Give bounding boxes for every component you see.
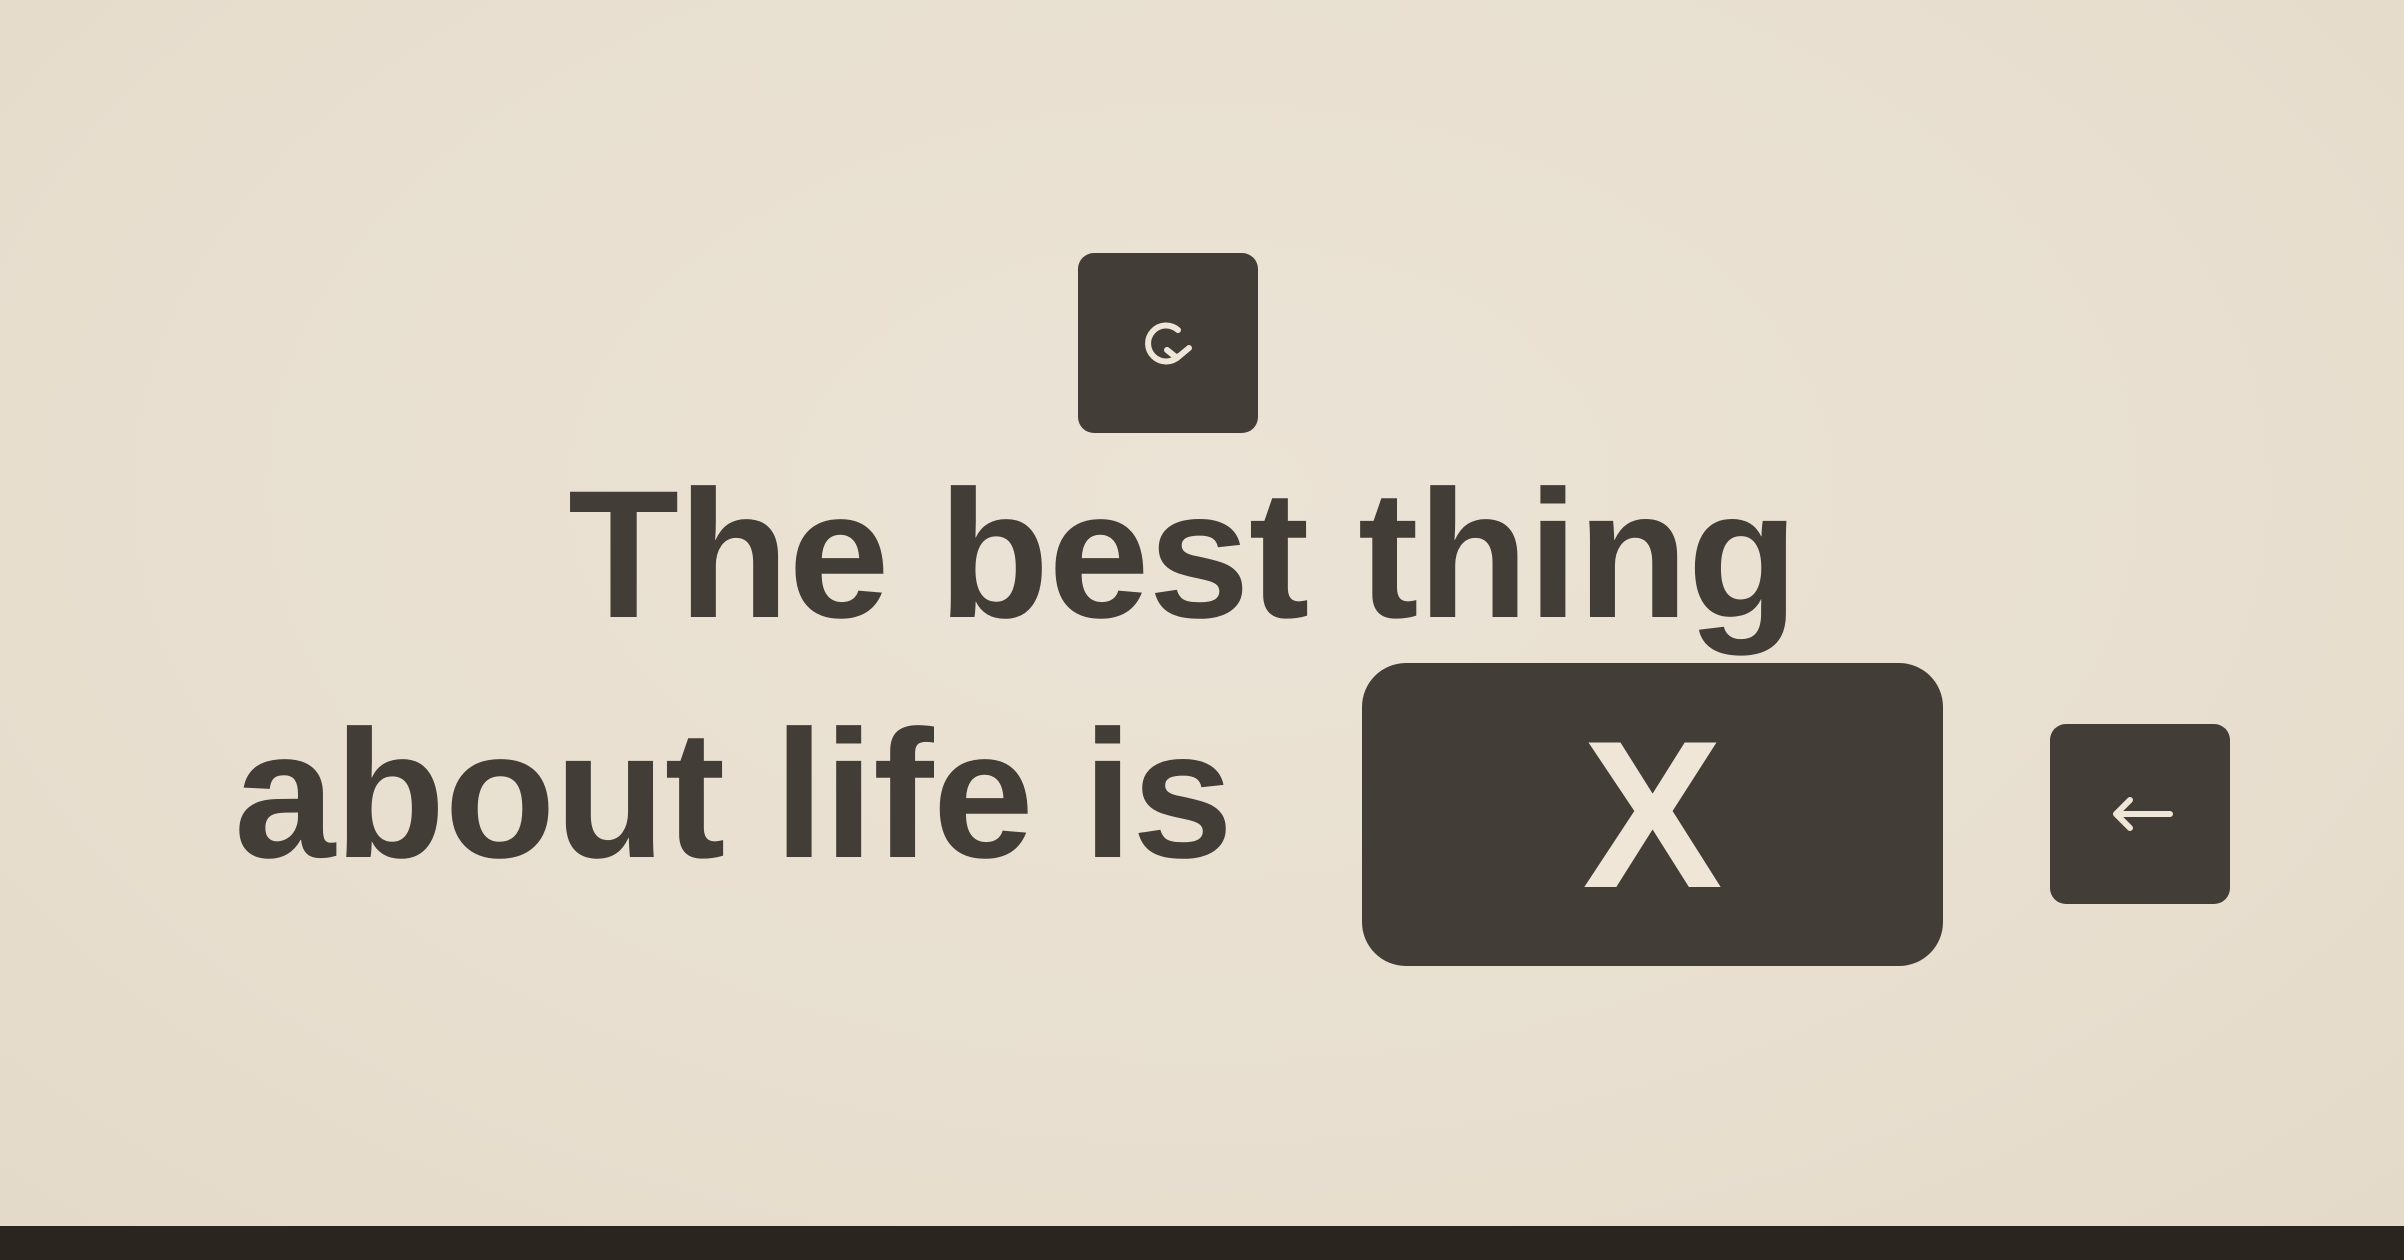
game-stage: The best thing about life is X [0, 0, 2404, 1226]
refresh-button[interactable] [1078, 253, 1258, 433]
answer-slot[interactable]: X [1362, 663, 1943, 966]
back-button[interactable] [2050, 724, 2230, 904]
bottom-bar [0, 1226, 2404, 1260]
headline-line-1: The best thing [568, 452, 1799, 656]
refresh-icon [1133, 308, 1203, 378]
answer-value: X [1582, 696, 1723, 932]
headline-line-2: about life is [234, 692, 1233, 896]
arrow-left-icon [2100, 784, 2180, 844]
